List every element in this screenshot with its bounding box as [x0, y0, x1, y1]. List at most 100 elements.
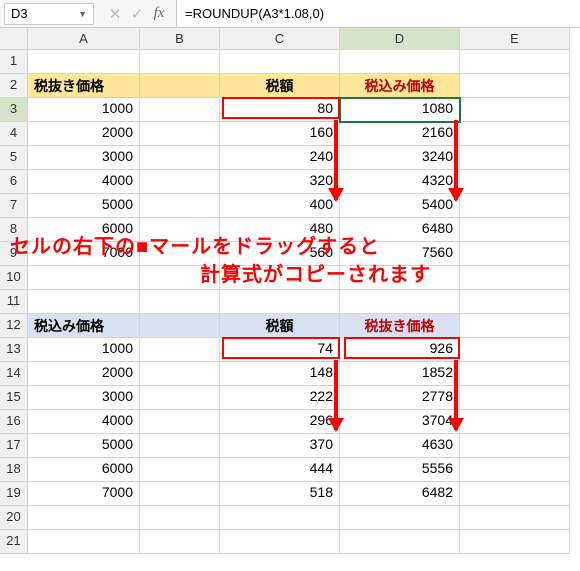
formula-input[interactable] — [176, 0, 580, 27]
cell[interactable] — [460, 290, 570, 314]
cell[interactable]: 6482 — [340, 482, 460, 506]
cell[interactable] — [460, 434, 570, 458]
spreadsheet-grid[interactable]: A B C D E 1 2 税抜き価格 税額 税込み価格 3 1000 80 1… — [0, 28, 580, 554]
row-header[interactable]: 20 — [0, 506, 28, 530]
cell[interactable]: 3000 — [28, 386, 140, 410]
cell[interactable] — [140, 122, 220, 146]
cell[interactable]: 74 — [220, 338, 340, 362]
cell[interactable] — [460, 314, 570, 338]
col-header-c[interactable]: C — [220, 28, 340, 50]
cell[interactable]: 5000 — [28, 434, 140, 458]
cell[interactable] — [140, 530, 220, 554]
header-cell[interactable] — [140, 314, 220, 338]
cell[interactable] — [140, 98, 220, 122]
cell[interactable] — [140, 290, 220, 314]
header-cell[interactable] — [140, 74, 220, 98]
cell[interactable]: 1000 — [28, 338, 140, 362]
row-header[interactable]: 16 — [0, 410, 28, 434]
cell[interactable] — [340, 530, 460, 554]
cell[interactable]: 5000 — [28, 194, 140, 218]
header-cell[interactable]: 税額 — [220, 74, 340, 98]
cell[interactable] — [140, 338, 220, 362]
header-cell[interactable]: 税込み価格 — [28, 314, 140, 338]
cell[interactable] — [28, 266, 140, 290]
cell[interactable] — [460, 218, 570, 242]
cell[interactable] — [460, 74, 570, 98]
cell[interactable]: 5400 — [340, 194, 460, 218]
cell[interactable] — [460, 410, 570, 434]
cell[interactable]: 2778 — [340, 386, 460, 410]
row-header[interactable]: 1 — [0, 50, 28, 74]
col-header-d[interactable]: D — [340, 28, 460, 50]
cell[interactable] — [460, 458, 570, 482]
cell[interactable] — [140, 50, 220, 74]
cell[interactable] — [460, 386, 570, 410]
header-cell[interactable]: 税抜き価格 — [340, 314, 460, 338]
cell[interactable]: 444 — [220, 458, 340, 482]
cell[interactable]: 2000 — [28, 122, 140, 146]
row-header[interactable]: 3 — [0, 98, 28, 122]
cell[interactable] — [140, 194, 220, 218]
cell[interactable] — [140, 170, 220, 194]
cell[interactable] — [340, 290, 460, 314]
cell[interactable] — [340, 50, 460, 74]
cell[interactable] — [340, 506, 460, 530]
cell[interactable]: 4320 — [340, 170, 460, 194]
header-cell[interactable]: 税抜き価格 — [28, 74, 140, 98]
cell[interactable]: 296 — [220, 410, 340, 434]
cell[interactable] — [140, 506, 220, 530]
cell[interactable]: 5556 — [340, 458, 460, 482]
cell[interactable] — [460, 338, 570, 362]
row-header[interactable]: 17 — [0, 434, 28, 458]
cell[interactable]: 7000 — [28, 482, 140, 506]
row-header[interactable]: 4 — [0, 122, 28, 146]
cell[interactable]: 2160 — [340, 122, 460, 146]
active-cell[interactable]: 1080 — [340, 98, 460, 122]
cell[interactable] — [140, 434, 220, 458]
cell[interactable]: 400 — [220, 194, 340, 218]
col-header-b[interactable]: B — [140, 28, 220, 50]
cell[interactable] — [460, 530, 570, 554]
cell[interactable]: 320 — [220, 170, 340, 194]
cell[interactable] — [140, 482, 220, 506]
cell[interactable]: 518 — [220, 482, 340, 506]
cell[interactable]: 2000 — [28, 362, 140, 386]
cell[interactable]: 6000 — [28, 458, 140, 482]
cell[interactable]: 3000 — [28, 146, 140, 170]
row-header[interactable]: 13 — [0, 338, 28, 362]
cell[interactable] — [460, 194, 570, 218]
cell[interactable] — [28, 506, 140, 530]
cell[interactable]: 3704 — [340, 410, 460, 434]
cell[interactable] — [460, 50, 570, 74]
name-box[interactable]: D3 ▼ — [4, 3, 94, 25]
cell[interactable] — [28, 290, 140, 314]
row-header[interactable]: 11 — [0, 290, 28, 314]
cell[interactable] — [140, 458, 220, 482]
row-header[interactable]: 19 — [0, 482, 28, 506]
row-header[interactable]: 10 — [0, 266, 28, 290]
cell[interactable] — [28, 50, 140, 74]
cell[interactable]: 160 — [220, 122, 340, 146]
cell[interactable]: 4000 — [28, 410, 140, 434]
confirm-icon[interactable]: ✓ — [128, 5, 146, 23]
cell[interactable] — [460, 506, 570, 530]
cell[interactable]: 1000 — [28, 98, 140, 122]
row-header[interactable]: 7 — [0, 194, 28, 218]
cell[interactable] — [460, 146, 570, 170]
cell[interactable] — [460, 362, 570, 386]
cell[interactable] — [220, 506, 340, 530]
cell[interactable]: 148 — [220, 362, 340, 386]
name-box-dropdown-icon[interactable]: ▼ — [78, 9, 87, 19]
cell[interactable] — [140, 362, 220, 386]
cell[interactable]: 1852 — [340, 362, 460, 386]
cell[interactable] — [460, 242, 570, 266]
cell[interactable] — [460, 122, 570, 146]
cell[interactable] — [220, 290, 340, 314]
cell[interactable] — [28, 530, 140, 554]
row-header[interactable]: 21 — [0, 530, 28, 554]
cell[interactable]: 370 — [220, 434, 340, 458]
cell[interactable] — [140, 386, 220, 410]
row-header[interactable]: 6 — [0, 170, 28, 194]
cell[interactable]: 240 — [220, 146, 340, 170]
fx-icon[interactable]: fx — [150, 5, 168, 22]
